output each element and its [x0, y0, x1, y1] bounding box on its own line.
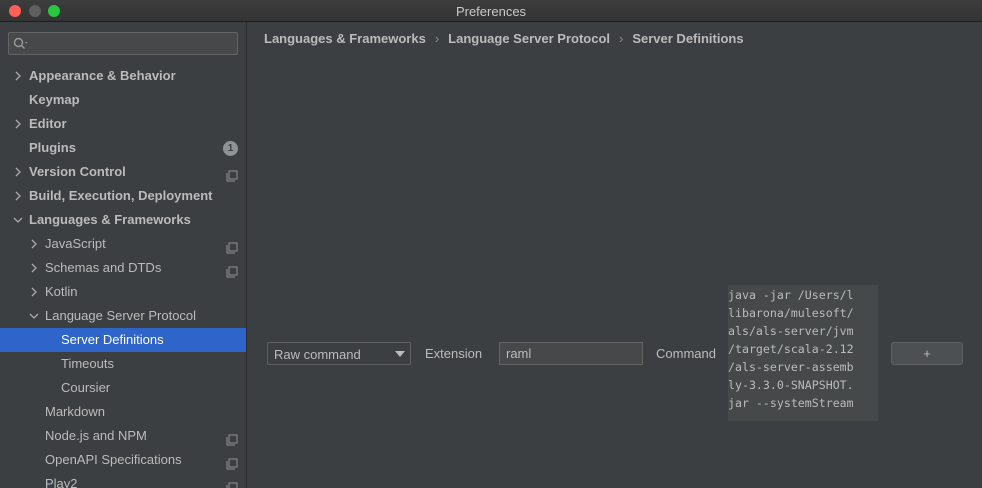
chevron-right-icon[interactable]	[12, 184, 24, 208]
sidebar-item[interactable]: Schemas and DTDs	[0, 256, 246, 280]
sidebar-item-label: Kotlin	[45, 284, 78, 299]
sidebar-item[interactable]: Build, Execution, Deployment	[0, 184, 246, 208]
sidebar-item-label: Languages & Frameworks	[29, 212, 191, 227]
sidebar-item-label: JavaScript	[45, 236, 106, 251]
breadcrumb-separator: ›	[434, 31, 440, 46]
sidebar-item-label: Markdown	[45, 404, 105, 419]
project-level-icon	[226, 430, 238, 446]
sidebar-item-label: Plugins	[29, 140, 76, 155]
sidebar-item[interactable]: OpenAPI Specifications	[0, 448, 246, 472]
sidebar-item[interactable]: Markdown	[0, 400, 246, 424]
sidebar-item-label: Server Definitions	[61, 332, 164, 347]
sidebar-item[interactable]: Timeouts	[0, 352, 246, 376]
sidebar-item-label: Version Control	[29, 164, 126, 179]
sidebar-item[interactable]: Server Definitions	[0, 328, 246, 352]
sidebar-item[interactable]: Keymap	[0, 88, 246, 112]
sidebar-item[interactable]: Coursier	[0, 376, 246, 400]
breadcrumb: Languages & Frameworks › Language Server P…	[264, 31, 744, 47]
chevron-down-icon[interactable]	[12, 208, 24, 232]
command-textarea[interactable]: java -jar /Users/l libarona/mulesoft/ al…	[728, 285, 878, 421]
sidebar-item[interactable]: Editor	[0, 112, 246, 136]
breadcrumb-item[interactable]: Language Server Protocol	[448, 31, 610, 46]
sidebar-item[interactable]: Version Control	[0, 160, 246, 184]
sidebar-item-label: Keymap	[29, 92, 80, 107]
sidebar-item-label: Coursier	[61, 380, 111, 395]
sidebar-item-label: Language Server Protocol	[45, 308, 197, 323]
dropdown-arrow-icon	[395, 351, 405, 357]
sidebar-item[interactable]: Language Server Protocol	[0, 304, 246, 328]
sidebar-item-label: Editor	[29, 116, 67, 131]
settings-tree: Appearance & Behavior Keymap Editor Plugins…	[0, 64, 246, 488]
chevron-down-icon[interactable]	[28, 304, 40, 328]
sidebar-item-label: Build, Execution, Deployment	[29, 188, 213, 203]
sidebar-item[interactable]: Kotlin	[0, 280, 246, 304]
breadcrumb-item[interactable]: Languages & Frameworks	[264, 31, 426, 46]
sidebar-item-label: OpenAPI Specifications	[45, 452, 182, 467]
add-server-button[interactable]: +	[891, 342, 963, 365]
breadcrumb-item[interactable]: Server Definitions	[632, 31, 743, 46]
search-icon	[13, 37, 28, 49]
settings-sidebar: Appearance & Behavior Keymap Editor Plugins…	[0, 22, 247, 488]
chevron-right-icon[interactable]	[28, 280, 40, 304]
sidebar-item-label: Play2	[45, 476, 78, 488]
sidebar-item-label: Timeouts	[61, 356, 114, 371]
sidebar-item[interactable]: Appearance & Behavior	[0, 64, 246, 88]
title-bar: Preferences	[0, 0, 982, 22]
breadcrumb-separator: ›	[619, 31, 624, 46]
sidebar-item[interactable]: Node.js and NPM	[0, 424, 246, 448]
project-level-icon	[226, 238, 238, 254]
sidebar-item-label: Appearance & Behavior	[29, 68, 176, 83]
sidebar-item[interactable]: JavaScript	[0, 232, 246, 256]
sidebar-item[interactable]: Plugins 1	[0, 136, 246, 160]
search-input[interactable]	[8, 32, 238, 55]
chevron-right-icon[interactable]	[12, 112, 24, 136]
settings-content: Languages & Frameworks › Language Server P…	[248, 22, 982, 488]
chevron-right-icon[interactable]	[12, 160, 24, 184]
extension-field[interactable]	[499, 342, 643, 365]
sidebar-item[interactable]: Play2	[0, 472, 246, 488]
chevron-right-icon[interactable]	[12, 64, 24, 88]
sidebar-item[interactable]: Languages & Frameworks	[0, 208, 246, 232]
project-level-icon	[226, 262, 238, 278]
window-title: Preferences	[455, 4, 527, 19]
extension-label: Extension	[425, 346, 483, 361]
sidebar-item-label: Schemas and DTDs	[45, 260, 162, 275]
project-level-icon	[226, 454, 238, 470]
command-type-value: Raw command	[274, 347, 361, 362]
chevron-right-icon[interactable]	[28, 232, 40, 256]
command-type-select[interactable]: Raw command	[267, 342, 411, 365]
project-level-icon	[226, 478, 238, 488]
command-label: Command	[656, 346, 716, 361]
chevron-right-icon[interactable]	[28, 256, 40, 280]
project-level-icon	[226, 166, 238, 182]
sidebar-item-label: Node.js and NPM	[45, 428, 147, 443]
update-count-badge: 1	[223, 141, 238, 156]
